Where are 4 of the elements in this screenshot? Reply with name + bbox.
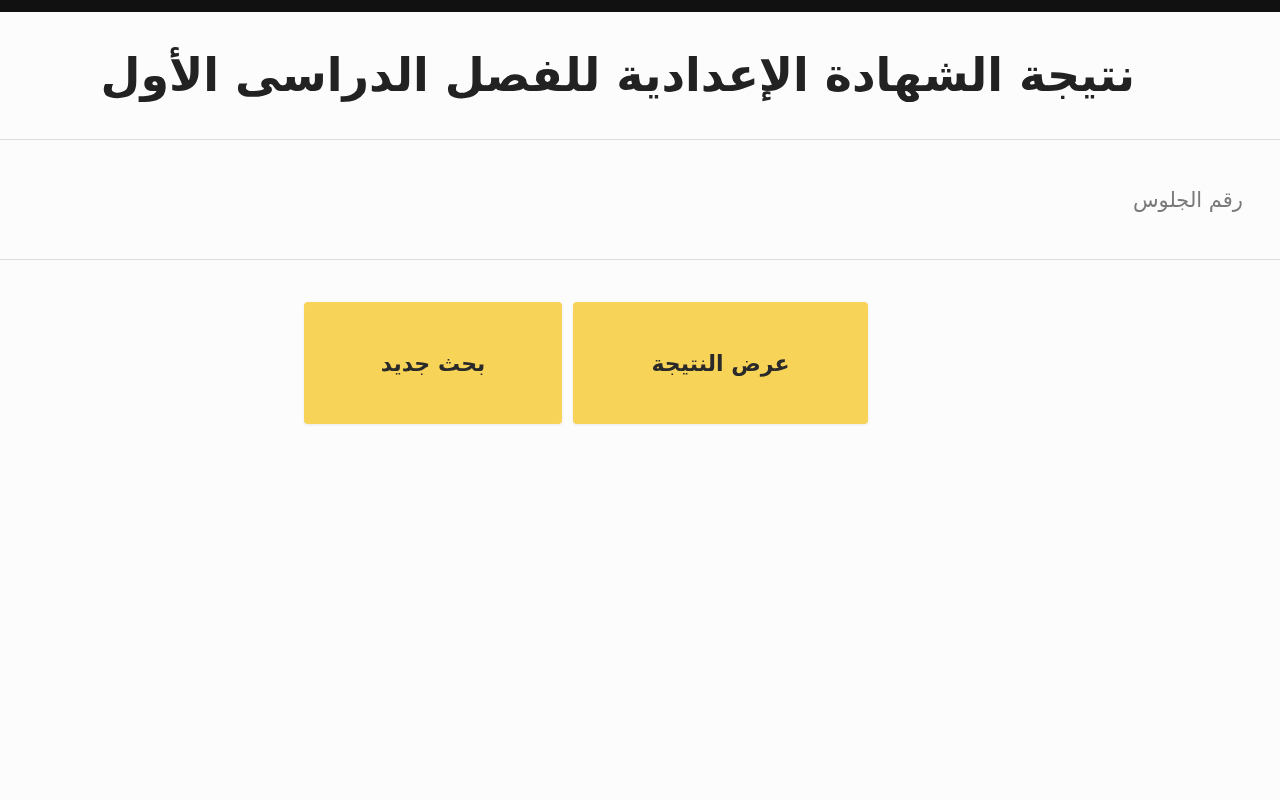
show-result-button[interactable]: عرض النتيجة	[573, 302, 868, 424]
page-title: نتيجة الشهادة الإعدادية للفصل الدراسى الأول	[100, 47, 1135, 104]
new-search-button[interactable]: بحث جديد	[304, 302, 562, 424]
seat-number-field[interactable]: رقم الجلوس	[0, 140, 1280, 259]
